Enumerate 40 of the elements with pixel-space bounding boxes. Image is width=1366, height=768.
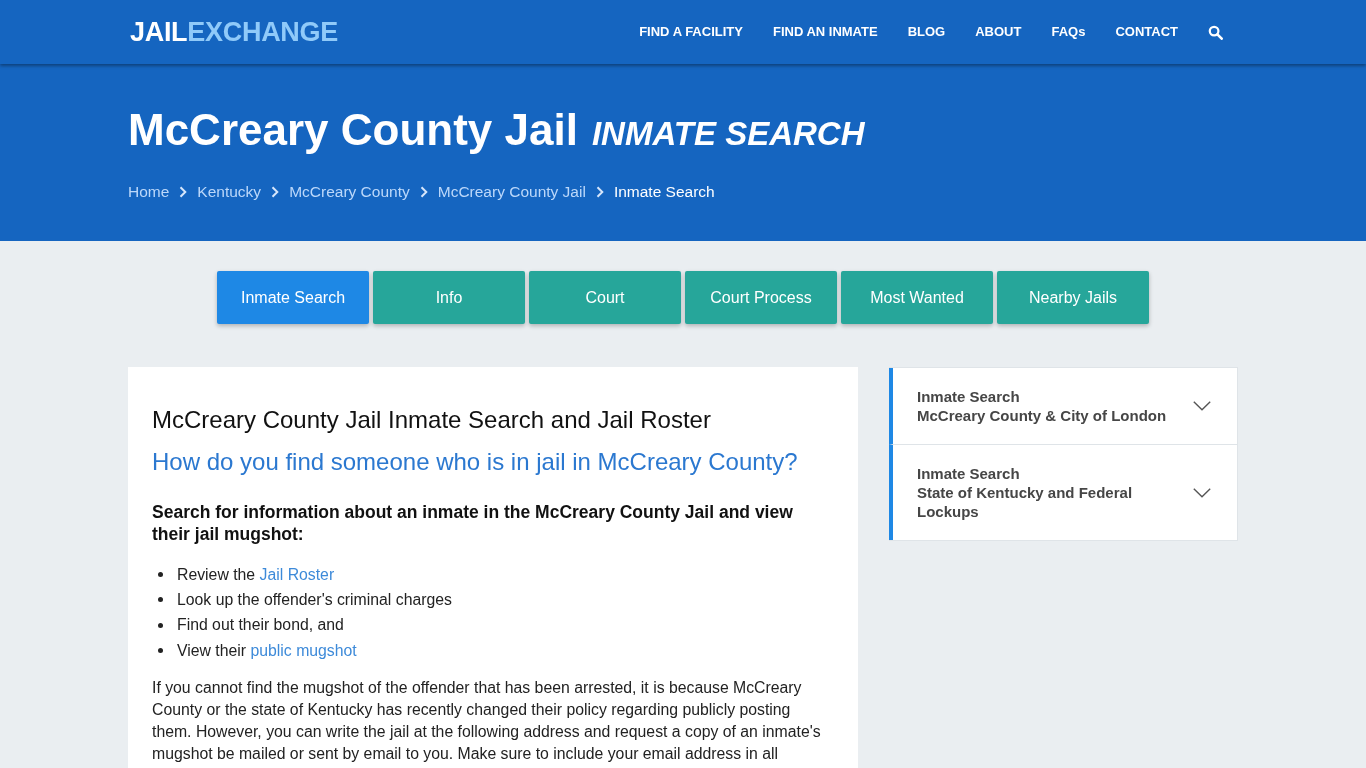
site-logo[interactable]: JAILEXCHANGE xyxy=(130,16,338,48)
list-item-text: Find out their bond, and xyxy=(177,615,344,636)
bullet-icon xyxy=(158,572,163,578)
chevron-right-icon xyxy=(179,186,188,198)
list-item-text: Review the Jail Roster xyxy=(177,564,335,585)
tab[interactable]: Court Process xyxy=(685,271,837,324)
nav-link[interactable]: FAQs xyxy=(1051,23,1086,41)
breadcrumb-link[interactable]: McCreary County Jail xyxy=(437,181,586,203)
chevron-right-icon xyxy=(595,186,604,198)
breadcrumb-link[interactable]: Kentucky xyxy=(197,181,262,203)
nav-link[interactable]: BLOG xyxy=(907,23,946,41)
page-title-suffix: INMATE SEARCH xyxy=(591,114,865,154)
bullet-icon xyxy=(158,597,163,603)
list-item-text: Look up the offender's criminal charges xyxy=(177,589,452,610)
text-link[interactable]: Jail Roster xyxy=(259,565,335,583)
paragraph: If you cannot find the mugshot of the offender that has been arrested, it is because McCreary County or the state of Kentucky has recently changed their policy regarding publicly posting them. However, you can write the jail at the following address and request a copy of an inmate's mugshot be mailed or sent by email to you. Make sure to include your email address in all xyxy=(152,678,822,765)
page-title: McCreary County Jail xyxy=(128,104,578,156)
question-heading: How do you find someone who is in jail in McCreary County? xyxy=(152,447,799,477)
tab[interactable]: Inmate Search xyxy=(217,271,369,324)
search-icon[interactable] xyxy=(1208,24,1223,40)
list-item-text: View their public mugshot xyxy=(177,640,357,661)
tab[interactable]: Most Wanted xyxy=(841,271,993,324)
bullet-icon xyxy=(158,648,163,654)
breadcrumb-link[interactable]: McCreary County xyxy=(289,181,410,203)
accordion-header[interactable]: Inmate Search McCreary County & City of London xyxy=(889,368,1237,445)
tab[interactable]: Info xyxy=(373,271,525,324)
nav-link[interactable]: FIND AN INMATE xyxy=(772,23,878,41)
nav-link[interactable]: CONTACT xyxy=(1115,23,1178,41)
tab[interactable]: Court xyxy=(529,271,681,324)
chevron-right-icon xyxy=(419,186,428,198)
tab[interactable]: Nearby Jails xyxy=(997,271,1149,324)
article-heading: McCreary County Jail Inmate Search and Jail Roster xyxy=(152,405,712,435)
chevron-right-icon xyxy=(271,186,280,198)
nav-link[interactable]: FIND A FACILITY xyxy=(639,23,743,41)
text-link[interactable]: public mugshot xyxy=(250,641,357,659)
nav-link[interactable]: ABOUT xyxy=(975,23,1022,41)
breadcrumb-link[interactable]: Home xyxy=(128,181,170,203)
breadcrumb-current[interactable]: Inmate Search xyxy=(613,181,715,203)
subheading: Search for information about an inmate in the McCreary County Jail and view their jail mugshot: xyxy=(152,501,794,545)
bullet-icon xyxy=(158,622,163,628)
